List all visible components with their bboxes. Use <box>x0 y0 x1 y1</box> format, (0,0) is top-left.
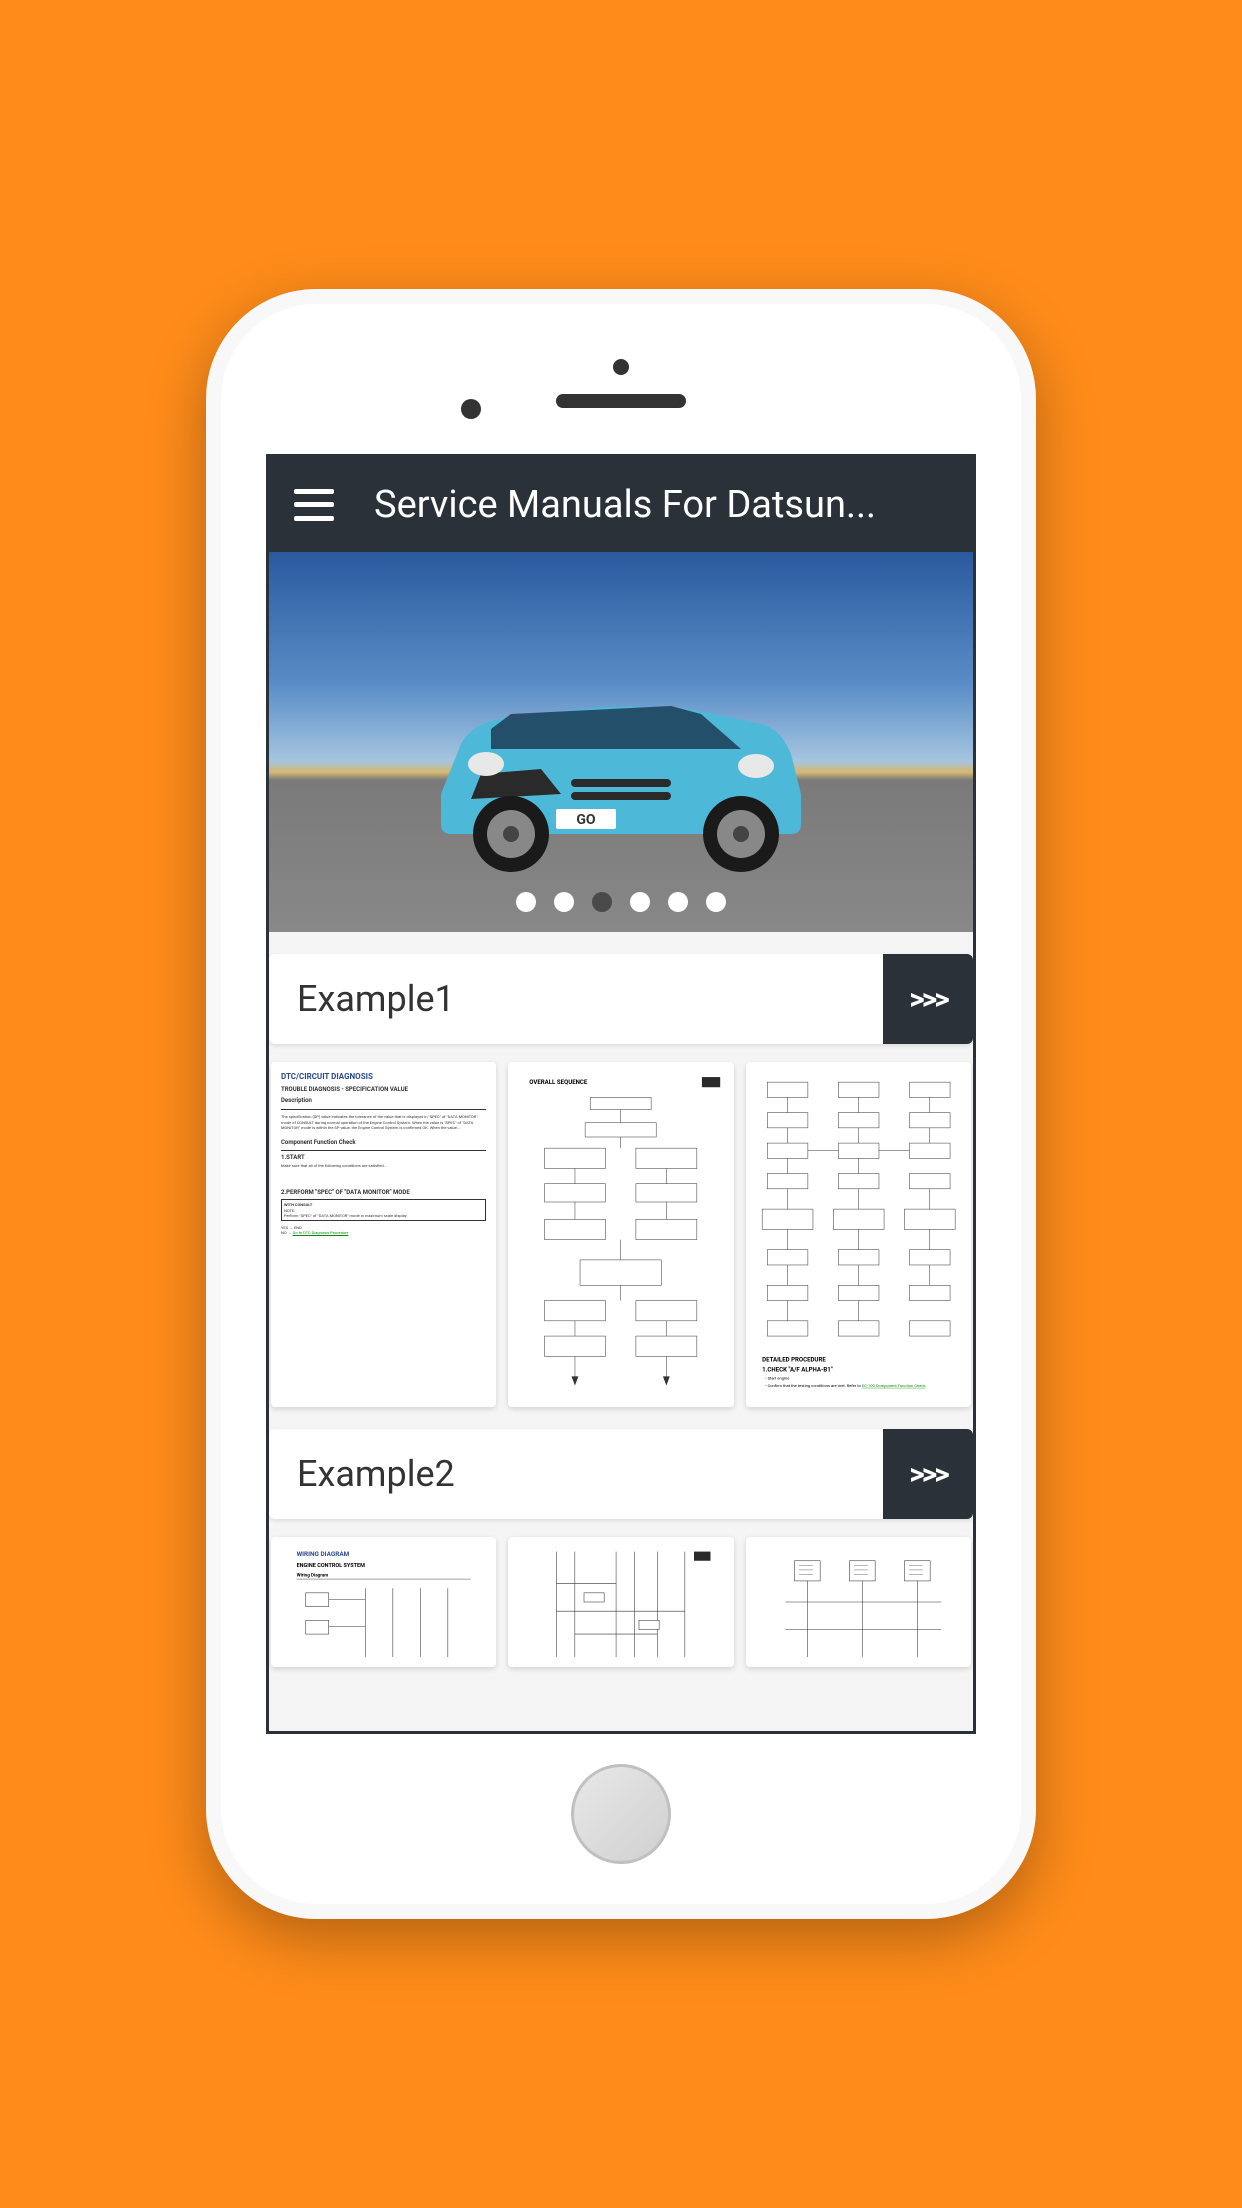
section-example1: Example1 >>> DTC/CIRCUIT DIAGNOSIS TROUB… <box>269 954 973 1407</box>
svg-text:Wiring Diagram: Wiring Diagram <box>297 1572 329 1578</box>
wiring-thumbnail[interactable] <box>508 1537 733 1667</box>
app-screen: Service Manuals For Datsun... <box>266 454 976 1734</box>
carousel-dot[interactable] <box>516 892 536 912</box>
section-example2: Example2 >>> WIRING DIAGRAM ENGINE CONTR… <box>269 1429 973 1667</box>
svg-text:ENGINE CONTROL SYSTEM: ENGINE CONTROL SYSTEM <box>297 1563 366 1569</box>
section-arrow-button[interactable]: >>> <box>883 954 973 1044</box>
section-header[interactable]: Example1 >>> <box>269 954 973 1044</box>
svg-text:• Confirm that the testing con: • Confirm that the testing conditions ar… <box>765 1383 926 1388</box>
section-arrow-button[interactable]: >>> <box>883 1429 973 1519</box>
carousel-dots <box>516 892 726 912</box>
svg-text:WIRING DIAGRAM: WIRING DIAGRAM <box>297 1550 350 1558</box>
document-thumbnail[interactable]: DTC/CIRCUIT DIAGNOSIS TROUBLE DIAGNOSIS … <box>271 1062 496 1407</box>
hamburger-menu-icon[interactable] <box>294 489 334 521</box>
svg-text:OVERALL SEQUENCE: OVERALL SEQUENCE <box>530 1079 589 1086</box>
phone-speaker <box>556 394 686 408</box>
svg-text:• Start engine: • Start engine <box>765 1376 789 1381</box>
section-title: Example2 <box>269 1453 883 1495</box>
phone-sensor <box>613 359 629 375</box>
wiring-thumbnail[interactable] <box>746 1537 971 1667</box>
phone-home-button[interactable] <box>571 1764 671 1864</box>
section-header[interactable]: Example2 >>> <box>269 1429 973 1519</box>
hero-carousel[interactable]: GO <box>269 552 973 932</box>
thumbnail-row: WIRING DIAGRAM ENGINE CONTROL SYSTEM Wir… <box>269 1537 973 1667</box>
svg-text:GO: GO <box>576 812 596 828</box>
carousel-dot[interactable] <box>554 892 574 912</box>
svg-text:1.CHECK "A/F ALPHA-B1": 1.CHECK "A/F ALPHA-B1" <box>762 1367 833 1374</box>
thumbnail-row: DTC/CIRCUIT DIAGNOSIS TROUBLE DIAGNOSIS … <box>269 1062 973 1407</box>
wiring-thumbnail[interactable]: WIRING DIAGRAM ENGINE CONTROL SYSTEM Wir… <box>271 1537 496 1667</box>
svg-text:DETAILED PROCEDURE: DETAILED PROCEDURE <box>762 1356 826 1363</box>
car-image: GO <box>381 654 861 874</box>
diagram-thumbnail[interactable]: OVERALL SEQUENCE <box>508 1062 733 1407</box>
app-header: Service Manuals For Datsun... <box>269 457 973 552</box>
phone-inner: Service Manuals For Datsun... <box>221 304 1021 1904</box>
diagram-thumbnail[interactable]: DETAILED PROCEDURE 1.CHECK "A/F ALPHA-B1… <box>746 1062 971 1407</box>
phone-camera <box>461 399 481 419</box>
carousel-dot[interactable] <box>668 892 688 912</box>
section-title: Example1 <box>269 978 883 1020</box>
page-title: Service Manuals For Datsun... <box>374 483 948 527</box>
carousel-dot[interactable] <box>706 892 726 912</box>
content-area: GO Example1 >>> <box>269 552 973 1731</box>
carousel-dot[interactable] <box>630 892 650 912</box>
phone-frame: Service Manuals For Datsun... <box>206 289 1036 1919</box>
carousel-dot-active[interactable] <box>592 892 612 912</box>
